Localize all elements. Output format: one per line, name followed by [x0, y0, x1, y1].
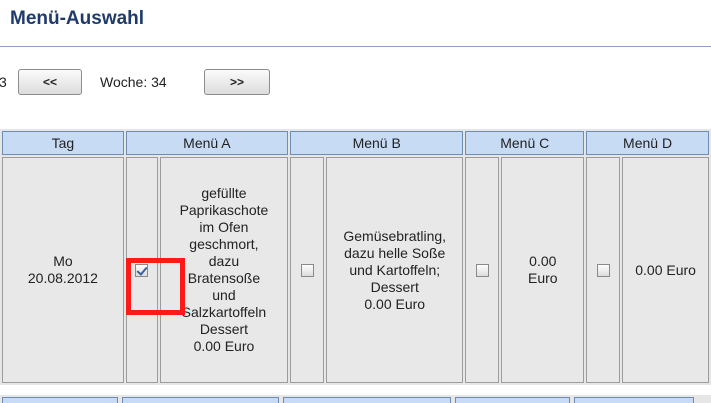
menu-b-line: und Kartoffeln;: [349, 261, 441, 278]
menu-a-line: gefüllte: [201, 185, 247, 201]
previous-week-button[interactable]: <<: [18, 69, 82, 95]
menu-a-line: im Ofen: [199, 219, 249, 235]
menu-b-checkbox-cell[interactable]: [289, 157, 325, 383]
menu-a-checkbox-cell[interactable]: [125, 157, 158, 383]
menu-a-line: Salzkartoffeln: [181, 304, 267, 320]
menu-c-line: Euro: [528, 270, 558, 286]
menu-c-checkbox-cell[interactable]: [465, 157, 500, 383]
menu-a-line: geschmort,: [189, 236, 259, 252]
menu-c-line: 0.00: [529, 253, 557, 269]
day-name: Mo: [53, 253, 73, 269]
header-menu-a: Menü A: [125, 131, 288, 155]
menu-c-description: 0.00 Euro: [501, 157, 585, 383]
menu-b-description: Gemüsebratling, dazu helle Soße und Kart…: [326, 157, 464, 383]
menu-a-line: Bratensoße: [187, 270, 261, 286]
day-date: 20.08.2012: [27, 270, 98, 286]
menu-a-description: gefüllte Paprikaschote im Ofen geschmort…: [159, 157, 288, 383]
menu-selection-page: Menü-Auswahl 3 << Woche: 34 >> Tag Menü …: [0, 0, 711, 403]
menu-a-price: 0.00 Euro: [193, 338, 255, 354]
header-menu-b: Menü B: [289, 131, 464, 155]
next-week-button[interactable]: >>: [204, 69, 270, 95]
menu-d-checkbox-cell[interactable]: [586, 157, 621, 383]
menu-d-line: 0.00 Euro: [635, 261, 696, 278]
menu-a-checkbox[interactable]: [135, 264, 149, 278]
menu-a-line: dazu: [208, 253, 240, 269]
menu-d-description: 0.00 Euro: [622, 157, 709, 383]
page-title: Menü-Auswahl: [10, 8, 145, 29]
menu-a-line: Paprikaschote: [179, 202, 269, 218]
header-menu-d: Menü D: [586, 131, 709, 155]
menu-b-checkbox[interactable]: [300, 264, 314, 278]
header-tag: Tag: [2, 131, 124, 155]
menu-a-line: und: [212, 287, 236, 303]
menu-b-line: Dessert: [370, 278, 419, 295]
table-row: Mo 20.08.2012 gefüllte Paprikaschote im …: [2, 157, 709, 383]
week-navigation: 3 << Woche: 34 >>: [0, 68, 711, 96]
menu-a-line: Dessert: [199, 321, 249, 337]
menu-table: Tag Menü A Menü B Menü C Menü D Mo 20.08…: [0, 129, 711, 385]
menu-b-line: dazu helle Soße: [344, 244, 446, 261]
week-prefix-text: 3: [0, 74, 7, 90]
title-divider: [0, 46, 711, 47]
menu-c-checkbox[interactable]: [475, 264, 489, 278]
menu-b-line: Gemüsebratling,: [343, 227, 447, 244]
next-row-partial: [0, 395, 711, 403]
day-cell: Mo 20.08.2012: [2, 157, 124, 383]
menu-d-checkbox[interactable]: [596, 264, 610, 278]
header-menu-c: Menü C: [465, 131, 585, 155]
week-label: Woche: 34: [100, 74, 167, 90]
menu-b-price: 0.00 Euro: [364, 295, 426, 312]
table-header-row: Tag Menü A Menü B Menü C Menü D: [2, 131, 709, 155]
